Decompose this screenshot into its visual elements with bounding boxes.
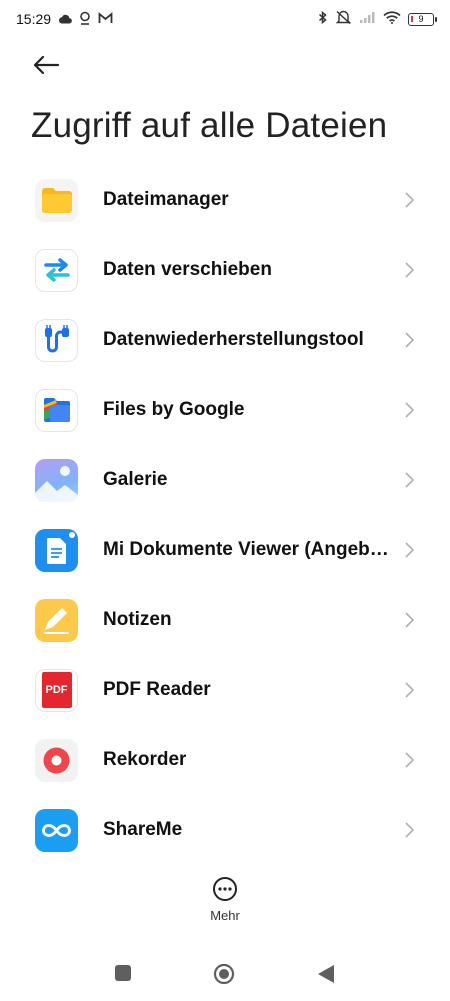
app-row-datenwiederherstellungstool[interactable]: Datenwiederherstellungstool xyxy=(0,305,450,375)
nav-back-icon[interactable] xyxy=(316,963,336,985)
app-label: PDF Reader xyxy=(103,679,211,700)
app-label: Mi Dokumente Viewer (Angeb… xyxy=(103,539,389,560)
app-list: Dateimanager Daten verschieben Datenwied… xyxy=(0,165,450,865)
chevron-right-icon xyxy=(405,822,415,838)
chevron-right-icon xyxy=(405,472,415,488)
arrow-left-icon xyxy=(33,55,60,75)
app-row-shareme[interactable]: ShareMe xyxy=(0,795,450,865)
page-title: Zugriff auf alle Dateien xyxy=(31,106,388,145)
recorder-icon xyxy=(35,738,78,782)
chevron-right-icon xyxy=(405,682,415,698)
chevron-right-icon xyxy=(405,192,415,208)
status-left: 15:29 xyxy=(16,11,113,28)
chevron-right-icon xyxy=(405,332,415,348)
gmail-icon xyxy=(98,11,113,27)
app-row-files-by-google[interactable]: Files by Google xyxy=(0,375,450,445)
shareme-icon xyxy=(35,808,78,852)
app-label: ShareMe xyxy=(103,819,183,840)
signal-icon xyxy=(359,11,376,27)
more-button[interactable]: Mehr xyxy=(195,876,255,926)
chevron-right-icon xyxy=(405,752,415,768)
app-label: Rekorder xyxy=(103,749,187,770)
app-row-notizen[interactable]: Notizen xyxy=(0,585,450,655)
status-right: 9 xyxy=(318,10,437,28)
pdf-icon-text: PDF xyxy=(41,672,72,708)
chevron-right-icon xyxy=(405,612,415,628)
gallery-icon xyxy=(35,458,78,502)
mute-icon xyxy=(335,10,352,28)
transfer-arrows-icon xyxy=(35,248,78,292)
app-row-galerie[interactable]: Galerie xyxy=(0,445,450,515)
app-label: Notizen xyxy=(103,609,172,630)
recent-apps-icon[interactable] xyxy=(115,965,131,981)
app-row-daten-verschieben[interactable]: Daten verschieben xyxy=(0,235,450,305)
location-pin-icon xyxy=(79,11,91,28)
back-button[interactable] xyxy=(28,50,64,80)
navigation-bar xyxy=(0,955,450,995)
chevron-right-icon xyxy=(405,402,415,418)
battery-level: 9 xyxy=(418,14,424,24)
status-time: 15:29 xyxy=(16,11,52,27)
app-label: Dateimanager xyxy=(103,189,229,210)
app-label: Files by Google xyxy=(103,399,245,420)
files-google-icon xyxy=(35,388,78,432)
bluetooth-icon xyxy=(318,10,328,28)
more-options-icon xyxy=(213,877,237,901)
app-row-mi-dokumente-viewer[interactable]: Mi Dokumente Viewer (Angeb… xyxy=(0,515,450,585)
app-label: Daten verschieben xyxy=(103,259,272,280)
pdf-icon: PDF xyxy=(35,668,78,712)
wifi-icon xyxy=(383,11,401,27)
notes-icon xyxy=(35,598,78,642)
folder-icon xyxy=(35,178,78,222)
app-row-pdf-reader[interactable]: PDF PDF Reader xyxy=(0,655,450,725)
chevron-right-icon xyxy=(405,542,415,558)
cable-icon xyxy=(35,318,78,362)
app-label: Datenwiederherstellungstool xyxy=(103,329,364,350)
more-label: Mehr xyxy=(210,908,240,923)
chevron-right-icon xyxy=(405,262,415,278)
document-icon xyxy=(35,528,78,572)
battery-icon: 9 xyxy=(408,12,437,26)
status-bar: 15:29 9 xyxy=(0,0,450,38)
home-icon[interactable] xyxy=(213,963,235,985)
app-label: Galerie xyxy=(103,469,168,490)
app-row-dateimanager[interactable]: Dateimanager xyxy=(0,165,450,235)
cloud-icon xyxy=(58,11,72,27)
app-row-rekorder[interactable]: Rekorder xyxy=(0,725,450,795)
